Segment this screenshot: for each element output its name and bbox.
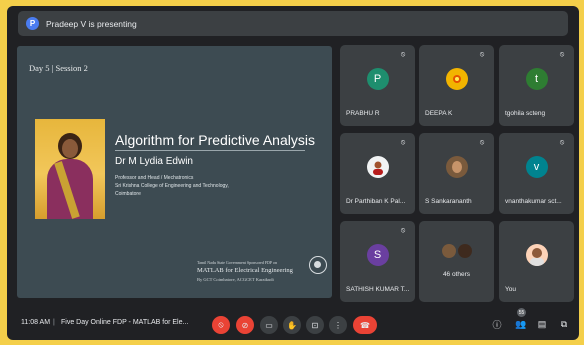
slide-organizers: By GCT Coimbatore, ACGCET Karaikudi: [197, 277, 274, 282]
camera-off-icon[interactable]: ⊘: [236, 316, 254, 334]
participant-name: SATHISH KUMAR T...: [346, 286, 410, 293]
participant-avatar: [366, 156, 389, 178]
slide-divider: [115, 150, 305, 151]
others-tile[interactable]: 46 others: [419, 221, 494, 302]
clock: 11:08 AM: [21, 319, 51, 326]
meeting-window: P Pradeep V is presenting Day 5 | Sessio…: [7, 6, 579, 340]
participant-name: DEEPA K: [425, 110, 453, 117]
slide-program: MATLAB for Electrical Engineering: [197, 267, 293, 274]
activities-icon[interactable]: ⧉: [556, 316, 572, 332]
mic-off-icon: ⦸: [559, 139, 565, 146]
participant-avatar: P: [366, 68, 389, 90]
person-photo-icon: [372, 161, 383, 175]
control-bar: 11:08 AM | Five Day Online FDP - MATLAB …: [7, 306, 579, 340]
participant-tile[interactable]: ⦸ v vnanthakumar sct...: [499, 133, 574, 214]
participant-tile[interactable]: ⦸ Dr Parthiban K Pal...: [340, 133, 415, 214]
meeting-title: Five Day Online FDP - MATLAB for Ele...: [61, 319, 189, 326]
more-icon[interactable]: ⋮: [329, 316, 347, 334]
participant-name: S Sankarananth: [425, 198, 472, 205]
mic-off-icon: ⦸: [400, 51, 406, 58]
participant-tile[interactable]: ⦸ DEEPA K: [419, 45, 494, 126]
slide-session: Day 5 | Session 2: [29, 63, 88, 73]
participant-tile[interactable]: ⦸ S Sankarananth: [419, 133, 494, 214]
presenting-text: Pradeep V is presenting: [46, 18, 137, 29]
flower-icon: [452, 75, 461, 83]
mic-off-icon: ⦸: [400, 227, 406, 234]
people-icon[interactable]: 👥: [513, 316, 529, 332]
info-icon[interactable]: ⓘ: [489, 316, 505, 332]
mic-off-icon[interactable]: ⦸: [212, 316, 230, 334]
participant-avatar: [441, 244, 456, 258]
others-count: 46 others: [442, 271, 471, 278]
participant-tile[interactable]: ⦸ S SATHISH KUMAR T...: [340, 221, 415, 302]
slide-city: Coimbatore: [115, 191, 141, 197]
participant-name: Dr Parthiban K Pal...: [346, 198, 406, 205]
raise-hand-icon[interactable]: ✋: [283, 316, 301, 334]
institution-seal-icon: [309, 256, 327, 274]
chat-icon[interactable]: ▤: [534, 316, 550, 332]
present-icon[interactable]: ⊡: [306, 316, 324, 334]
self-tile[interactable]: You: [499, 221, 574, 302]
self-avatar: [525, 244, 548, 266]
slide-role: Professor and Head / Mechatronics: [115, 175, 194, 181]
participant-name: PRABHU R: [346, 110, 380, 117]
slide-title: Algorithm for Predictive Analysis: [115, 132, 315, 148]
mic-off-icon: ⦸: [479, 139, 485, 146]
slide-college: Sri Krishna College of Engineering and T…: [115, 183, 229, 189]
participant-avatar: v: [525, 156, 548, 178]
mic-off-icon: ⦸: [400, 139, 406, 146]
end-call-icon[interactable]: ☎: [353, 316, 377, 334]
cc-icon[interactable]: ▭: [260, 316, 278, 334]
participant-avatar: S: [366, 244, 389, 266]
speaker-photo: [35, 119, 105, 219]
person-photo-icon: [529, 248, 544, 266]
participant-tile[interactable]: ⦸ t tgohila scteng: [499, 45, 574, 126]
participant-tile[interactable]: ⦸ P PRABHU R: [340, 45, 415, 126]
presenter-avatar: P: [26, 17, 39, 30]
participant-name: You: [505, 286, 516, 293]
participant-name: tgohila scteng: [505, 110, 546, 117]
presenting-banner: P Pradeep V is presenting: [18, 11, 568, 36]
separator: |: [53, 319, 55, 326]
participant-avatar: t: [525, 68, 548, 90]
participant-name: vnanthakumar sct...: [505, 198, 562, 205]
shared-slide: Day 5 | Session 2 Algorithm for Predicti…: [17, 46, 332, 298]
participant-avatar: [445, 156, 468, 178]
participant-avatar: [457, 244, 472, 258]
mic-off-icon: ⦸: [479, 51, 485, 58]
participant-avatar: [445, 68, 468, 90]
slide-sponsor: Tamil Nadu State Government Sponsored FD…: [197, 260, 278, 265]
slide-speaker: Dr M Lydia Edwin: [115, 156, 193, 167]
mic-off-icon: ⦸: [559, 51, 565, 58]
